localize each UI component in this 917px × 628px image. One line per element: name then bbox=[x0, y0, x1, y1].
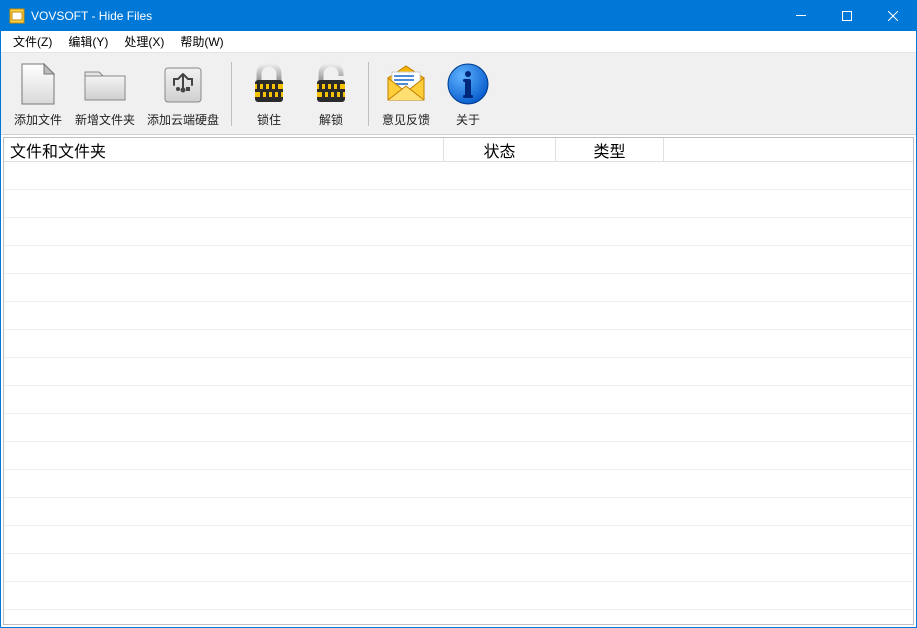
toolbar-label: 关于 bbox=[456, 111, 480, 128]
toolbar-label: 添加文件 bbox=[14, 111, 62, 128]
mail-icon bbox=[381, 60, 431, 109]
maximize-button[interactable] bbox=[824, 1, 870, 31]
title-bar: VOVSOFT - Hide Files bbox=[1, 1, 916, 31]
lock-closed-icon bbox=[244, 60, 294, 109]
list-header: 文件和文件夹 状态 类型 bbox=[4, 138, 913, 162]
menu-help[interactable]: 帮助(W) bbox=[172, 31, 231, 52]
info-icon bbox=[443, 60, 493, 109]
toolbar-label: 解锁 bbox=[319, 111, 343, 128]
about-button[interactable]: 关于 bbox=[439, 58, 497, 130]
add-cloud-drive-button[interactable]: 添加云端硬盘 bbox=[143, 58, 223, 130]
toolbar-separator bbox=[231, 62, 232, 126]
list-body[interactable] bbox=[4, 162, 913, 624]
toolbar-label: 意见反馈 bbox=[382, 111, 430, 128]
unlock-button[interactable]: 解锁 bbox=[302, 58, 360, 130]
add-folder-button[interactable]: 新增文件夹 bbox=[71, 58, 139, 130]
window-title: VOVSOFT - Hide Files bbox=[31, 9, 152, 23]
minimize-button[interactable] bbox=[778, 1, 824, 31]
feedback-button[interactable]: 意见反馈 bbox=[377, 58, 435, 130]
menu-file[interactable]: 文件(Z) bbox=[5, 31, 60, 52]
toolbar-label: 新增文件夹 bbox=[75, 111, 135, 128]
add-file-button[interactable]: 添加文件 bbox=[9, 58, 67, 130]
column-header-spacer bbox=[664, 138, 913, 162]
lock-open-icon bbox=[306, 60, 356, 109]
toolbar-label: 锁住 bbox=[257, 111, 281, 128]
file-list[interactable]: 文件和文件夹 状态 类型 bbox=[3, 137, 914, 625]
app-icon bbox=[9, 8, 25, 24]
menu-process[interactable]: 处理(X) bbox=[116, 31, 172, 52]
close-button[interactable] bbox=[870, 1, 916, 31]
toolbar: 添加文件 新增文件夹 添加云端硬盘 bbox=[1, 53, 916, 135]
menu-edit[interactable]: 编辑(Y) bbox=[60, 31, 116, 52]
column-header-status[interactable]: 状态 bbox=[444, 138, 556, 162]
lock-button[interactable]: 锁住 bbox=[240, 58, 298, 130]
column-header-type[interactable]: 类型 bbox=[556, 138, 664, 162]
menu-bar: 文件(Z) 编辑(Y) 处理(X) 帮助(W) bbox=[1, 31, 916, 53]
folder-icon bbox=[80, 60, 130, 109]
column-header-files[interactable]: 文件和文件夹 bbox=[4, 138, 444, 162]
file-icon bbox=[13, 60, 63, 109]
toolbar-label: 添加云端硬盘 bbox=[147, 111, 219, 128]
usb-drive-icon bbox=[158, 60, 208, 109]
toolbar-separator bbox=[368, 62, 369, 126]
